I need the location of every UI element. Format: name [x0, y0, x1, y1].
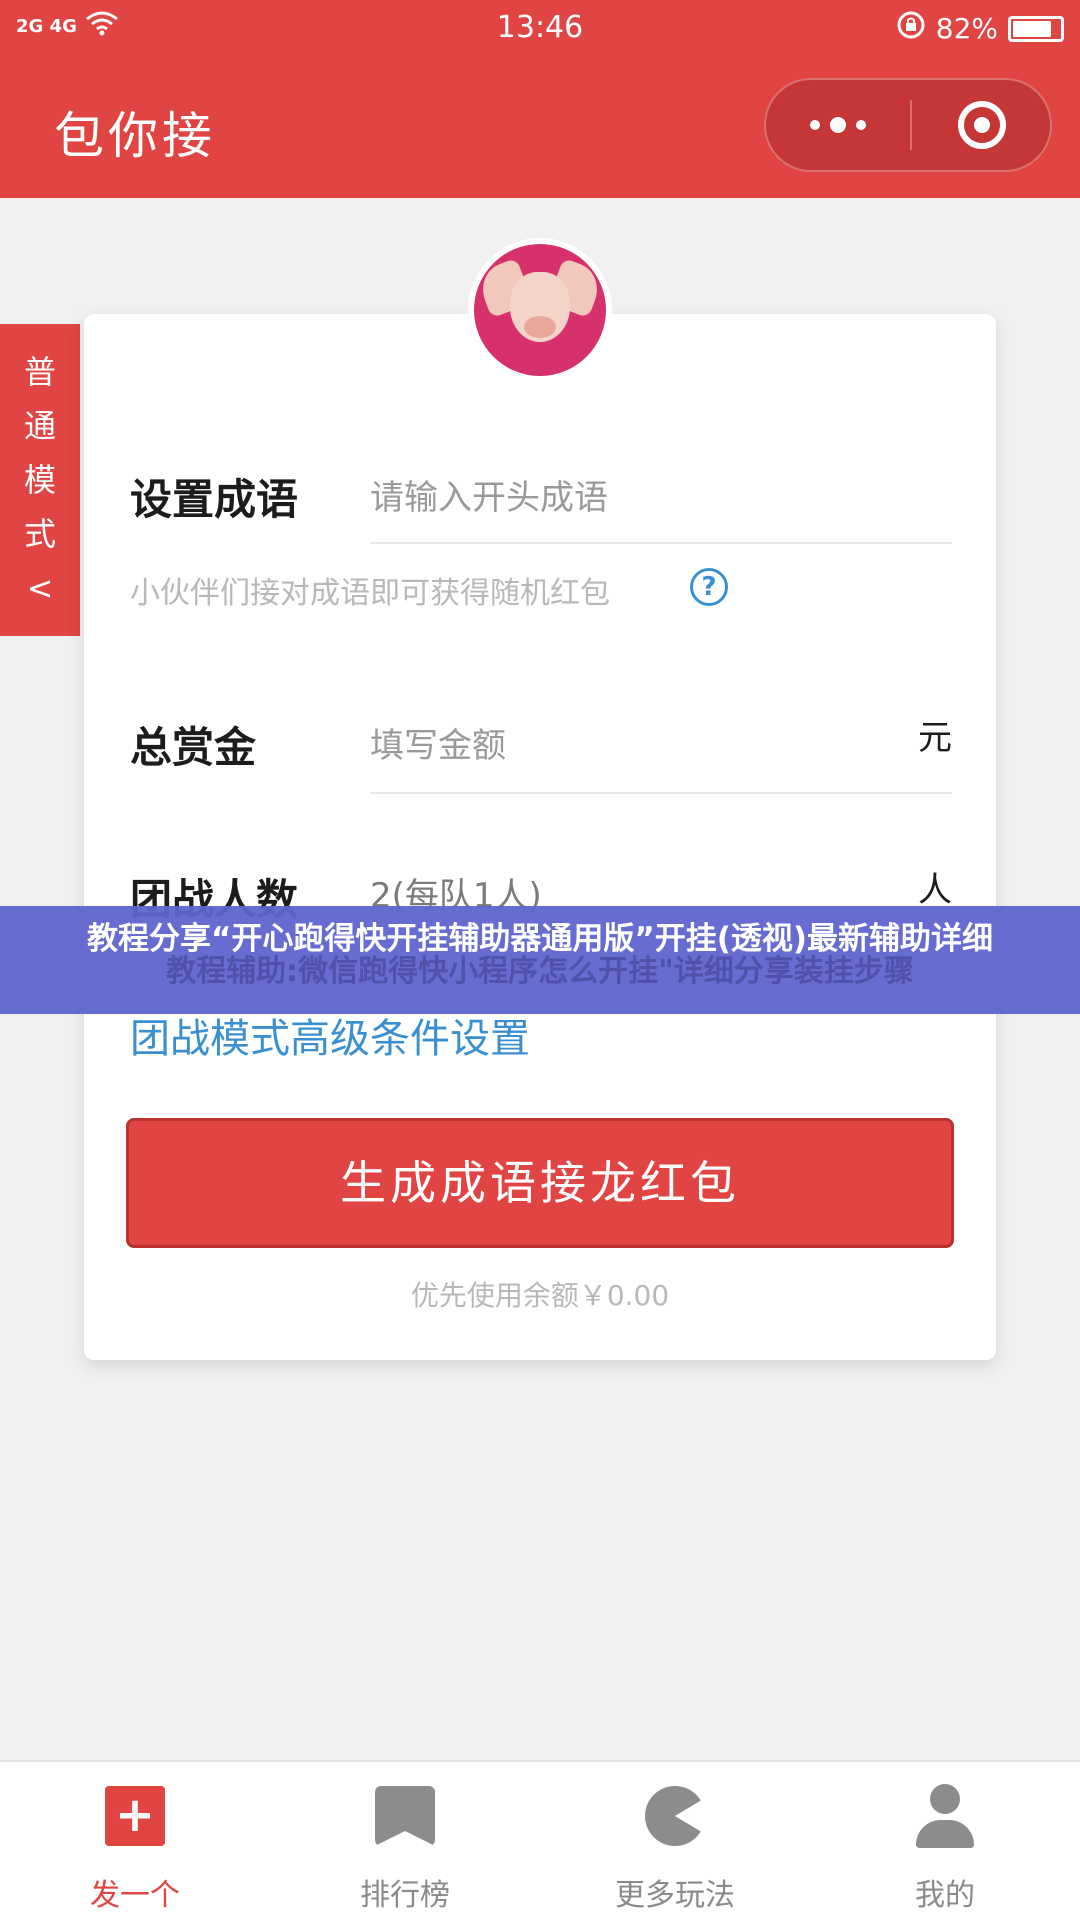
- chevron-left-icon: <: [26, 569, 54, 607]
- red-packet-form-card: 设置成语 请输入开头成语 小伙伴们接对成语即可获得随机红包 ? 总赏金 填写金额…: [84, 314, 996, 1360]
- more-dots-icon-right: [856, 120, 866, 130]
- help-icon[interactable]: ?: [690, 568, 728, 606]
- app-title: 包你接: [54, 107, 216, 165]
- people-unit: 人: [918, 870, 952, 910]
- target-icon: [974, 117, 990, 133]
- more-menu-button[interactable]: [766, 80, 910, 170]
- amount-label: 总赏金: [130, 723, 257, 772]
- mode-switch-tab[interactable]: 普 通 模 式 <: [0, 324, 80, 636]
- bookmark-icon: [375, 1786, 435, 1846]
- pacman-icon: [645, 1786, 705, 1846]
- amount-input[interactable]: 填写金额: [370, 718, 506, 767]
- battery-percent: 82%: [935, 12, 998, 45]
- side-tab-char: 模: [23, 461, 56, 499]
- capsule-divider: [910, 100, 912, 150]
- amount-underline: [370, 792, 952, 794]
- user-icon: [930, 1784, 960, 1814]
- nav-label: 发一个: [90, 1878, 180, 1913]
- status-bar: 2G 4G 13:46 82%: [0, 0, 1080, 56]
- user-icon-body: [916, 1820, 974, 1848]
- nav-item-mine[interactable]: 我的: [810, 1762, 1080, 1920]
- side-tab-char: 普: [23, 353, 56, 391]
- nav-item-leaderboard[interactable]: 排行榜: [270, 1762, 540, 1920]
- nav-label: 排行榜: [360, 1878, 450, 1913]
- banner-title: 教程分享“开心跑得快开挂辅助器通用版”开挂(透视)最新辅助详细: [86, 921, 994, 957]
- advanced-settings-link[interactable]: 团战模式高级条件设置: [130, 1006, 530, 1064]
- side-tab-char: 通: [23, 407, 56, 445]
- lock-rotation-icon: [896, 10, 926, 47]
- bottom-nav: + 发一个 排行榜 更多玩法 我的: [0, 1760, 1080, 1920]
- more-dots-icon-center: [830, 117, 846, 133]
- idiom-hint: 小伙伴们接对成语即可获得随机红包: [130, 576, 610, 611]
- idiom-input[interactable]: 请输入开头成语: [370, 470, 608, 519]
- side-tab-char: 式: [23, 515, 56, 553]
- close-target-button[interactable]: [958, 101, 1006, 149]
- plus-icon: +: [105, 1786, 165, 1846]
- mini-program-capsule: [764, 78, 1052, 172]
- more-dots-icon: [810, 120, 820, 130]
- balance-text: 优先使用余额￥0.00: [410, 1279, 670, 1312]
- nav-item-more-games[interactable]: 更多玩法: [540, 1762, 810, 1920]
- amount-unit: 元: [918, 718, 952, 758]
- overlay-banner: 教程辅助:微信跑得快小程序怎么开挂"详细分享装挂步骤 教程分享“开心跑得快开挂辅…: [0, 906, 1080, 1014]
- pig-snout: [524, 316, 556, 338]
- nav-label: 更多玩法: [615, 1878, 735, 1913]
- app-header: 2G 4G 13:46 82% 包你接: [0, 0, 1080, 198]
- status-right: 82%: [896, 10, 1064, 47]
- idiom-underline: [370, 542, 952, 544]
- battery-icon: [1008, 15, 1064, 42]
- avatar: [468, 238, 612, 382]
- nav-item-send[interactable]: + 发一个: [0, 1762, 270, 1920]
- generate-red-packet-button[interactable]: 生成成语接龙红包: [126, 1118, 954, 1248]
- pig-avatar-image: [474, 244, 606, 376]
- nav-label: 我的: [915, 1878, 975, 1913]
- idiom-label: 设置成语: [130, 475, 299, 524]
- battery-level: [1013, 20, 1051, 37]
